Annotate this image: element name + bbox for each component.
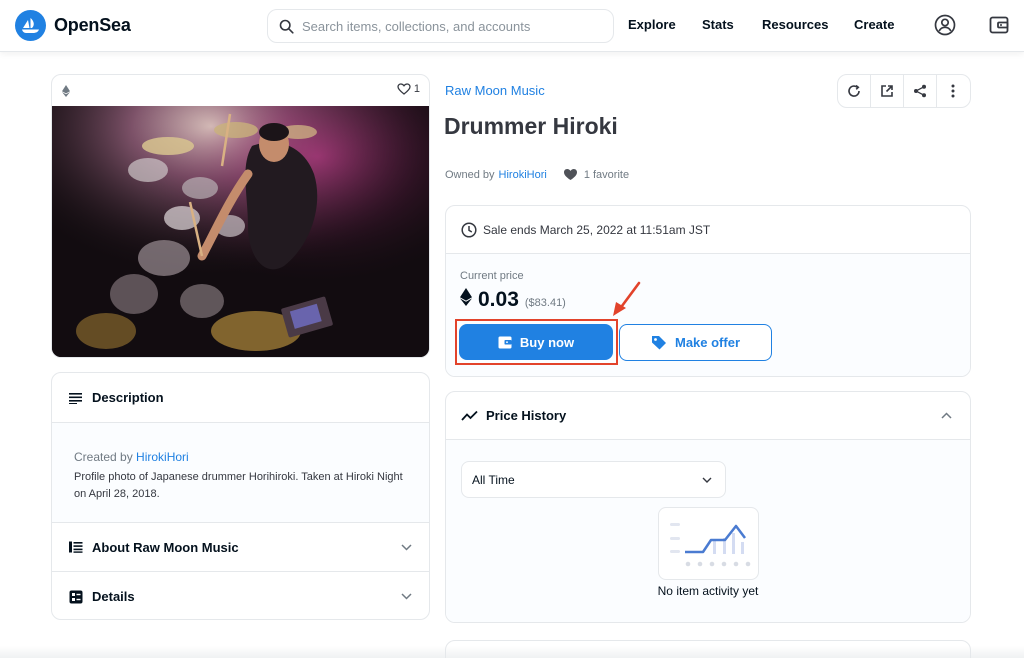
nav-stats[interactable]: Stats [702,17,734,32]
top-navbar: OpenSea Explore Stats Resources Create [0,0,1024,52]
search-icon [279,19,294,34]
creator-link[interactable]: HirokiHori [136,450,189,464]
price-row: 0.03 ($83.41) [460,288,566,312]
buy-now-label: Buy now [519,334,575,350]
description-body: Created by HirokiHori Profile photo of J… [52,422,429,523]
heart-outline-icon [397,83,411,95]
lines-icon [69,392,82,404]
item-image[interactable] [52,106,429,357]
refresh-button[interactable] [838,75,871,107]
collection-link[interactable]: Raw Moon Music [445,83,545,98]
media-top-bar: 1 [52,75,429,106]
wallet-icon[interactable] [988,14,1010,41]
ownership-row: Owned by HirokiHori 1 favorite [445,168,629,181]
buy-now-button[interactable]: Buy now [459,324,613,360]
details-header[interactable]: Details [52,572,429,619]
details-title: Details [92,589,135,604]
about-title: About Raw Moon Music [92,539,239,555]
make-offer-label: Make offer [674,335,741,350]
document-list-icon [69,541,83,553]
refresh-icon [848,84,860,97]
created-by-label: Created by [74,450,133,464]
trending-icon [461,410,478,421]
tag-icon [651,336,666,350]
favorite-toggle[interactable]: 1 [397,83,420,95]
price-eth: 0.03 [478,288,519,311]
more-options-button[interactable] [937,75,970,107]
created-by-line: Created by HirokiHori [74,449,407,466]
heart-filled-icon [563,169,577,180]
time-range-value: All Time [472,472,515,487]
share-icon [914,84,926,98]
ethereum-icon [460,288,472,306]
sale-ends-row: Sale ends March 25, 2022 at 11:51am JST [446,206,970,254]
description-title: Description [92,390,164,405]
owned-by-label: Owned by [445,168,495,181]
empty-chart-illustration [658,507,759,580]
empty-activity-text: No item activity yet [657,584,759,598]
opensea-logo[interactable]: OpenSea [15,10,131,41]
nav-resources[interactable]: Resources [762,17,828,32]
item-media-card: 1 [51,74,430,358]
scroll-shadow [0,646,1024,658]
more-vertical-icon [951,84,955,98]
search-bar[interactable] [267,9,614,43]
wallet-icon [498,336,512,348]
search-input[interactable] [302,18,602,34]
chevron-down-icon [702,477,712,483]
chevron-up-icon [941,412,952,419]
brand-name: OpenSea [54,15,131,35]
description-header[interactable]: Description [52,373,429,422]
external-link-icon [881,85,893,97]
time-range-select[interactable]: All Time [461,461,726,498]
nav-create[interactable]: Create [854,17,894,32]
item-title: Drummer Hiroki [444,113,618,139]
about-header[interactable]: About Raw Moon Music [52,523,429,572]
price-history-title: Price History [486,408,567,423]
description-text: Profile photo of Japanese drummer Horihi… [74,471,403,500]
favorite-count: 1 [413,83,420,95]
price-history-header[interactable]: Price History [446,392,970,440]
open-external-button[interactable] [871,75,904,107]
current-price-label: Current price [460,270,524,282]
price-usd: ($83.41) [524,297,566,309]
clock-icon [461,221,477,238]
price-history-panel: Price History All Time No item activity … [445,391,971,623]
nav-explore[interactable]: Explore [628,17,676,32]
chevron-down-icon [401,543,412,551]
favorites-count: 1 favorite [583,168,630,181]
red-arrow-annotation [613,281,641,316]
details-icon [69,590,83,603]
chevron-down-icon [401,593,412,600]
share-button[interactable] [904,75,937,107]
description-panel: Description Created by HirokiHori Profil… [51,372,430,620]
item-action-group [837,74,971,108]
account-icon[interactable] [934,14,956,41]
ethereum-icon [62,84,70,102]
opensea-logo-icon [15,10,46,41]
sale-ends-text: Sale ends March 25, 2022 at 11:51am JST [483,222,711,237]
make-offer-button[interactable]: Make offer [619,324,772,361]
price-history-body: All Time No item activity yet [446,440,970,622]
owner-link[interactable]: HirokiHori [499,169,547,181]
